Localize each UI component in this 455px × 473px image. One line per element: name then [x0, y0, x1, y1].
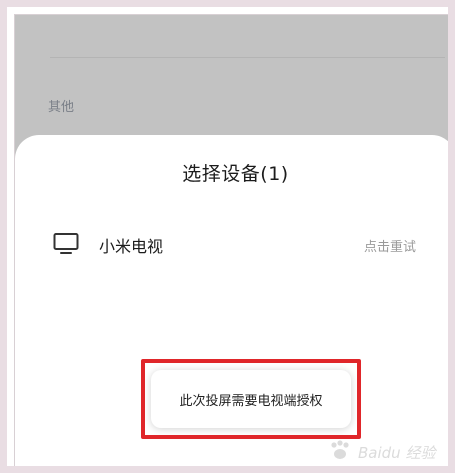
phone-screen: 其他 选择设备(1) 小米电视 点击重试 此次投屏需要电视端授权 Baidu 经…: [14, 14, 448, 466]
background-divider: [50, 57, 445, 58]
background-section-label: 其他: [48, 100, 75, 115]
device-list-item[interactable]: 小米电视 点击重试: [15, 223, 448, 263]
baidu-watermark: Baidu 经验: [328, 440, 436, 462]
device-retry-status[interactable]: 点击重试: [364, 236, 416, 255]
watermark-text: Baidu 经验: [358, 444, 436, 462]
sheet-title: 选择设备(1): [182, 163, 289, 185]
red-highlight-box: [141, 359, 361, 439]
tv-icon: [53, 233, 79, 254]
device-name: 小米电视: [99, 237, 164, 256]
paw-logo-icon: [331, 440, 349, 459]
screenshot-frame: 其他 选择设备(1) 小米电视 点击重试 此次投屏需要电视端授权 Baidu 经…: [0, 0, 455, 473]
